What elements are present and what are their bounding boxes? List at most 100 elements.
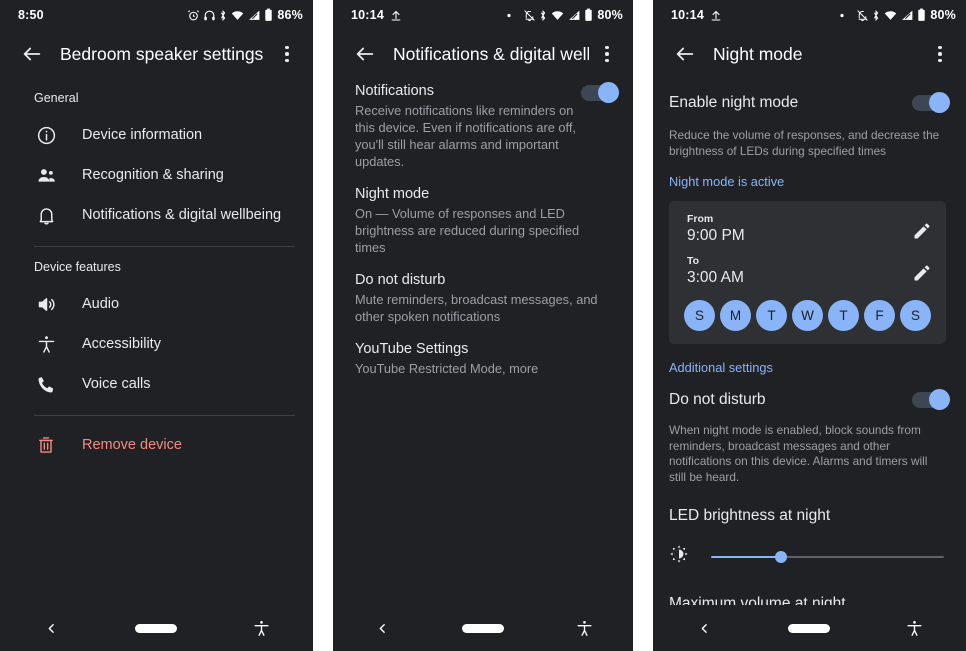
day-chip-tue[interactable]: T [756, 300, 787, 331]
pencil-edit-icon[interactable] [912, 221, 932, 246]
bluetooth-icon [221, 9, 226, 21]
back-arrow-icon[interactable] [14, 36, 50, 72]
nav-back-icon[interactable] [33, 610, 69, 646]
nav-back-icon[interactable] [686, 610, 722, 646]
page-title: Notifications & digital well... [393, 43, 589, 64]
bell-icon [34, 203, 58, 227]
nav-home-pill[interactable] [788, 623, 831, 633]
section-header-general: General [34, 91, 79, 105]
remove-device-button[interactable]: Remove device [0, 425, 313, 465]
accessibility-icon [34, 332, 58, 356]
back-arrow-icon[interactable] [347, 36, 383, 72]
do-not-disturb-row[interactable]: Do not disturb [653, 389, 966, 410]
pref-text: YouTube Settings YouTube Restricted Mode… [355, 340, 617, 377]
day-chip-wed[interactable]: W [792, 300, 823, 331]
battery-percent: 80% [597, 8, 623, 22]
app-bar: Notifications & digital well... [333, 30, 633, 78]
schedule-to-col: To 3:00 AM [687, 255, 912, 288]
maximum-volume-row[interactable]: Maximum volume at night [653, 595, 966, 605]
sidebar-item-recognition-sharing[interactable]: Recognition & sharing [0, 155, 313, 195]
people-icon [34, 163, 58, 187]
bluetooth-icon [541, 9, 546, 21]
pencil-edit-icon[interactable] [912, 263, 932, 288]
overflow-menu-icon[interactable] [922, 36, 958, 72]
sidebar-item-device-information[interactable]: Device information [0, 115, 313, 155]
pref-title: YouTube Settings [355, 341, 469, 357]
remove-device-label: Remove device [82, 437, 182, 453]
day-chip-mon[interactable]: M [720, 300, 751, 331]
sidebar-item-label: Accessibility [82, 336, 161, 352]
enable-night-mode-label: Enable night mode [669, 94, 799, 111]
status-bar-right: 80% [505, 8, 623, 22]
sidebar-item-voice-calls[interactable]: Voice calls [0, 364, 313, 404]
signal-icon [569, 10, 580, 20]
pref-subtitle: Mute reminders, broadcast messages, and … [355, 292, 598, 324]
day-selector: S M T W T F S [669, 300, 946, 331]
status-bar-left: 10:14 [351, 8, 402, 22]
overflow-menu-icon[interactable] [269, 36, 305, 72]
signal-icon [249, 10, 260, 20]
phone-icon [34, 372, 58, 396]
status-bar: 10:14 80% [333, 0, 633, 30]
schedule-from-row[interactable]: From 9:00 PM [669, 213, 946, 246]
status-bar-right: 86% [187, 8, 303, 22]
settings-list: General Device information Recognition &… [0, 78, 313, 605]
nav-home-pill[interactable] [135, 623, 178, 633]
enable-night-mode-toggle[interactable] [912, 92, 950, 113]
sidebar-item-label: Voice calls [82, 376, 151, 392]
do-not-disturb-label: Do not disturb [669, 391, 766, 408]
status-bar: 8:50 86% [0, 0, 313, 30]
alarm-icon [188, 9, 200, 20]
upload-icon [391, 10, 401, 21]
sidebar-item-accessibility[interactable]: Accessibility [0, 324, 313, 364]
pref-do-not-disturb[interactable]: Do not disturb Mute reminders, broadcast… [333, 271, 633, 325]
signal-icon [902, 10, 913, 20]
day-chip-sun[interactable]: S [684, 300, 715, 331]
day-chip-thu[interactable]: T [828, 300, 859, 331]
nav-accessibility-icon[interactable] [897, 610, 933, 646]
overflow-menu-icon[interactable] [589, 36, 625, 72]
pref-night-mode[interactable]: Night mode On — Volume of responses and … [333, 185, 633, 256]
status-bar-left: 10:14 [671, 8, 722, 22]
status-bar-right: 80% [838, 8, 956, 22]
pref-text: Do not disturb Mute reminders, broadcast… [355, 271, 617, 325]
do-not-disturb-toggle[interactable] [912, 389, 950, 410]
additional-settings-link[interactable]: Additional settings [653, 360, 966, 375]
led-brightness-label: LED brightness at night [669, 507, 831, 524]
battery-icon [585, 8, 593, 21]
sidebar-item-audio[interactable]: Audio [0, 284, 313, 324]
phone-panel-bedroom-speaker-settings: 8:50 86% Bedroom speaker settings Genera… [0, 0, 313, 651]
nav-accessibility-icon[interactable] [244, 610, 280, 646]
day-chip-sat[interactable]: S [900, 300, 931, 331]
nav-accessibility-icon[interactable] [566, 610, 602, 646]
day-chip-fri[interactable]: F [864, 300, 895, 331]
info-circle-icon [34, 123, 58, 147]
sidebar-item-label: Notifications & digital wellbeing [82, 207, 282, 223]
led-brightness-track[interactable] [711, 550, 944, 563]
pref-subtitle: YouTube Restricted Mode, more [355, 361, 539, 376]
nav-home-pill[interactable] [462, 623, 504, 633]
notifications-toggle[interactable] [581, 82, 619, 103]
night-mode-description: Reduce the volume of responses, and decr… [669, 128, 940, 158]
status-bar: 10:14 80% [653, 0, 966, 30]
enable-night-mode-row[interactable]: Enable night mode [653, 92, 966, 113]
battery-percent: 80% [930, 8, 956, 22]
pref-youtube-settings[interactable]: YouTube Settings YouTube Restricted Mode… [333, 340, 633, 377]
night-mode-status-link[interactable]: Night mode is active [653, 174, 966, 189]
schedule-from-col: From 9:00 PM [687, 213, 912, 246]
status-clock: 8:50 [18, 8, 44, 22]
led-brightness-thumb[interactable] [774, 550, 787, 563]
nav-back-icon[interactable] [364, 610, 400, 646]
pref-notifications[interactable]: Notifications Receive notifications like… [333, 82, 633, 170]
upload-icon [711, 10, 721, 21]
sidebar-item-notifications-digital-wellbeing[interactable]: Notifications & digital wellbeing [0, 195, 313, 235]
schedule-to-row[interactable]: To 3:00 AM [669, 255, 946, 288]
schedule-from-caption: From [687, 213, 714, 225]
battery-percent: 86% [277, 8, 303, 22]
app-bar: Bedroom speaker settings [0, 30, 313, 78]
phone-panel-notifications-digital-wellbeing: 10:14 80% Notifications & digital well..… [333, 0, 633, 651]
section-header-device-features: Device features [34, 260, 121, 274]
status-bar-left: 8:50 [18, 8, 44, 22]
back-arrow-icon[interactable] [667, 36, 703, 72]
led-brightness-slider-row[interactable] [653, 544, 966, 569]
